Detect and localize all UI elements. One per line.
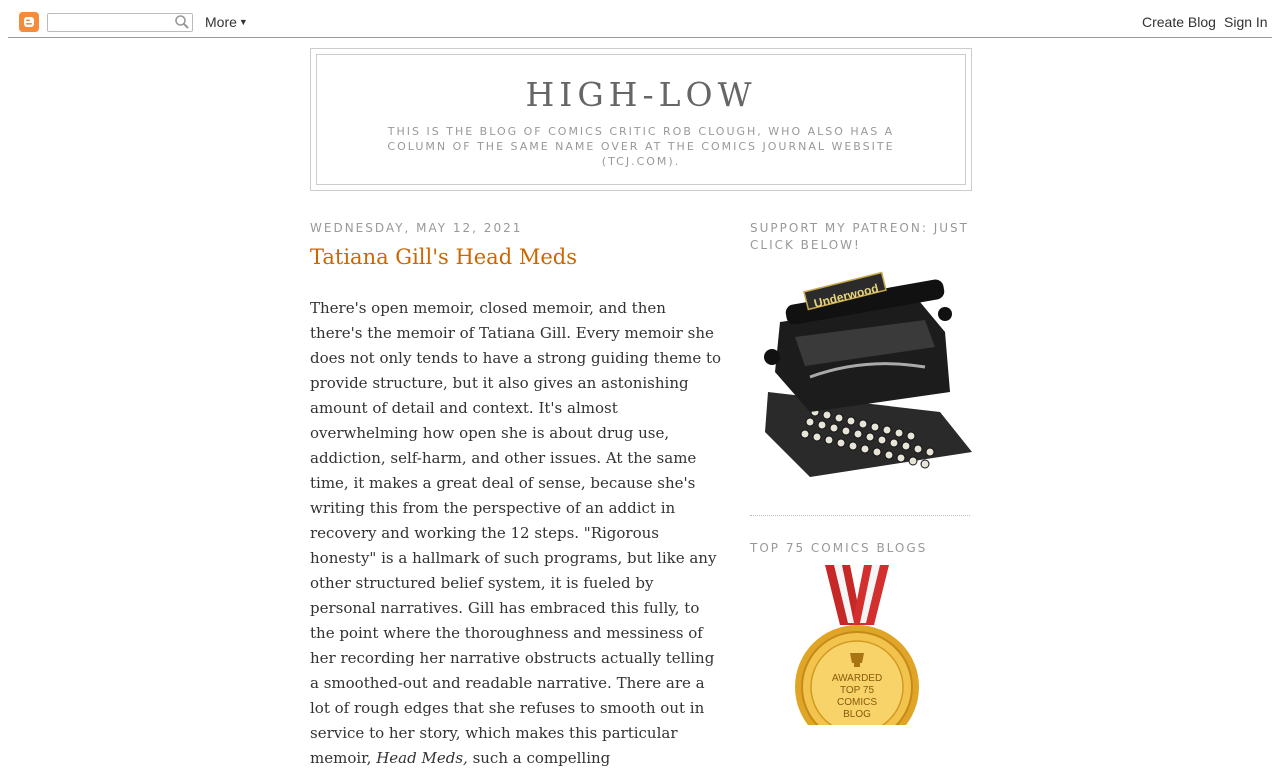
more-label: More [205, 14, 237, 30]
blogger-icon[interactable] [19, 12, 39, 32]
blog-header: HIGH-LOW This is the blog of comics crit… [310, 48, 972, 191]
post-title[interactable]: Tatiana Gill's Head Meds [310, 245, 577, 269]
blogger-navbar: More ▼ Create Blog Sign In [8, 0, 1272, 38]
sign-in-link[interactable]: Sign In [1224, 14, 1268, 30]
search-icon[interactable] [174, 14, 190, 30]
post-body-text: There's open memoir, closed memoir, and … [310, 299, 722, 767]
medal-line-4: BLOG [843, 709, 871, 720]
sidebar-divider [750, 515, 970, 516]
post-date: Wednesday, May 12, 2021 [310, 221, 523, 235]
blog-title[interactable]: HIGH-LOW [317, 75, 965, 114]
medal-line-3: COMICS [837, 697, 877, 708]
medal-line-1: AWARDED [832, 673, 882, 684]
typewriter-image[interactable]: Underwood [750, 262, 972, 484]
search-input[interactable] [47, 13, 193, 32]
blog-description: This is the blog of comics critic Rob Cl… [387, 125, 895, 168]
patreon-heading: Support my Patreon: Just click below! [750, 221, 969, 252]
blog-header-inner: HIGH-LOW This is the blog of comics crit… [316, 54, 966, 185]
award-medal-image[interactable]: AWARDED TOP 75 COMICS BLOG [790, 565, 924, 749]
more-menu-button[interactable]: More ▼ [205, 14, 248, 30]
medal-line-2: TOP 75 [840, 685, 875, 696]
post-body: There's open memoir, closed memoir, and … [310, 296, 722, 771]
post-body-italic: Head Meds, [376, 749, 468, 767]
create-blog-link[interactable]: Create Blog [1142, 14, 1216, 30]
post-body-text-end: such a compelling [467, 749, 611, 767]
caret-down-icon: ▼ [238, 17, 248, 27]
top-blogs-heading: Top 75 Comics Blogs [750, 541, 928, 555]
